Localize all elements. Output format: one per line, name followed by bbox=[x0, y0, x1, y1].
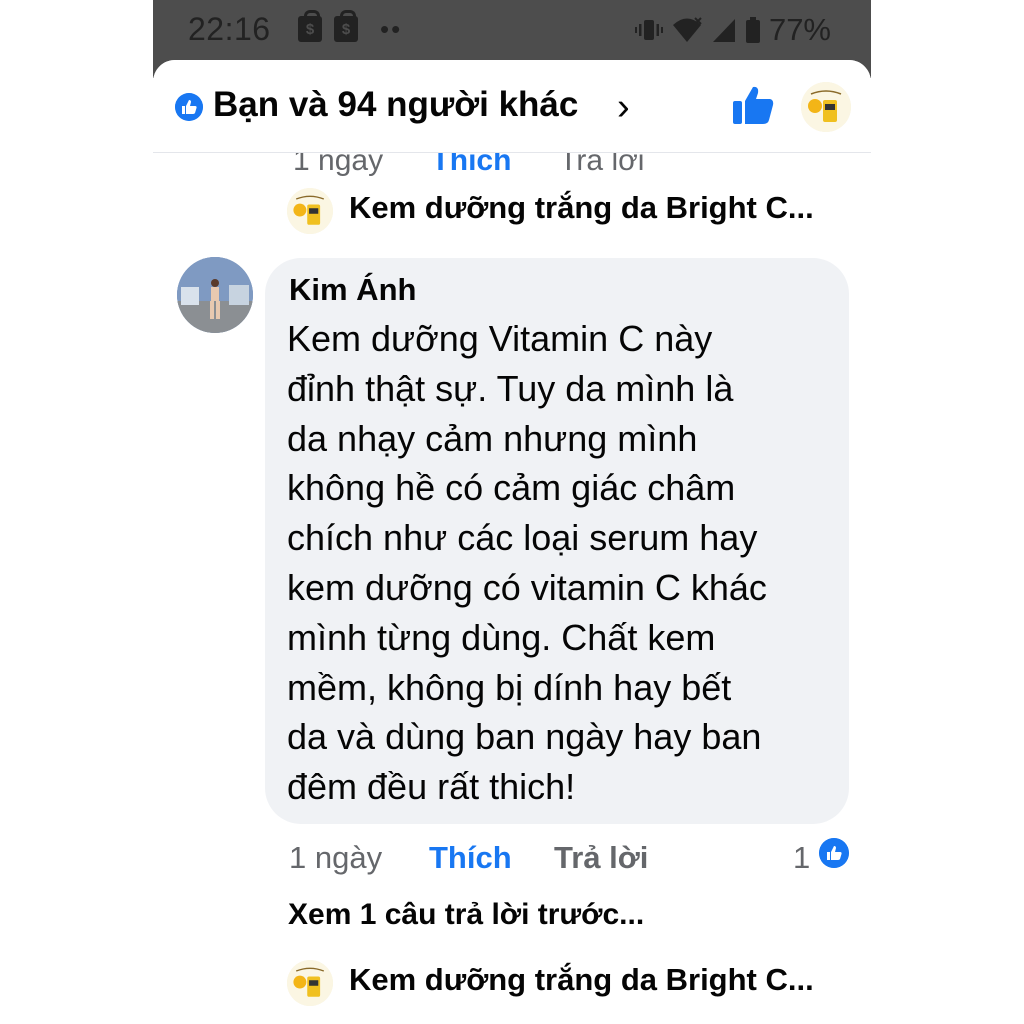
battery-percent: 77% bbox=[768, 12, 831, 47]
page-avatar[interactable] bbox=[801, 82, 851, 132]
comment-line: đỉnh thật sự. Tuy da mình là bbox=[287, 367, 734, 409]
avatar[interactable] bbox=[177, 257, 253, 333]
comment-bubble[interactable]: Kim Ánh Kem dưỡng Vitamin C này đỉnh thậ… bbox=[265, 258, 849, 824]
signal-icon bbox=[712, 19, 735, 42]
like-reaction-icon[interactable] bbox=[819, 838, 849, 868]
brand-logo-icon bbox=[287, 188, 333, 234]
comment-line: mềm, không bị dính hay bết bbox=[287, 666, 732, 708]
comment-line: đêm đều rất thich! bbox=[287, 766, 576, 808]
wifi-icon bbox=[672, 17, 702, 42]
brand-logo-icon bbox=[287, 960, 333, 1006]
comment-line: kem dưỡng có vitamin C khác bbox=[287, 566, 767, 608]
system-icons: 77% bbox=[634, 12, 831, 48]
like-button[interactable]: Thích bbox=[429, 840, 512, 876]
thumbs-up-icon[interactable] bbox=[731, 84, 775, 126]
comment-line: không hề có cảm giác châm bbox=[287, 467, 736, 509]
like-reaction-icon bbox=[175, 93, 203, 121]
comment-line: da và dùng ban ngày hay ban bbox=[287, 716, 762, 758]
reply-preview[interactable]: Kem dưỡng trắng da Bright C... bbox=[287, 184, 847, 240]
comment-actions: 1 ngày Thích Trả lời 1 bbox=[289, 836, 849, 886]
comment-author[interactable]: Kim Ánh bbox=[289, 272, 416, 308]
reactions-header[interactable]: Bạn và 94 người khác › bbox=[153, 60, 871, 153]
comment-line: chích như các loại serum hay bbox=[287, 517, 758, 559]
notification-icons: $ $ •• bbox=[298, 10, 403, 44]
shopping-bag-icon: $ bbox=[334, 10, 358, 42]
comment-line: mình từng dùng. Chất kem bbox=[287, 616, 716, 658]
shopping-bag-icon: $ bbox=[298, 10, 322, 42]
reply-preview[interactable]: Kem dưỡng trắng da Bright C... bbox=[287, 956, 847, 1012]
page-avatar bbox=[287, 960, 333, 1006]
comment-text: Kem dưỡng Vitamin C này đỉnh thật sự. Tu… bbox=[287, 314, 847, 812]
page-avatar bbox=[287, 188, 333, 234]
status-time: 22:16 bbox=[188, 11, 271, 47]
reactions-panel: Bạn và 94 người khác › 1 ngày Thích Trả … bbox=[153, 60, 871, 1024]
see-previous-replies-link[interactable]: Xem 1 câu trả lời trước... bbox=[288, 898, 644, 932]
comment-line: Kem dưỡng Vitamin C này bbox=[287, 318, 713, 359]
comment-line: da nhạy cảm nhưng mình bbox=[287, 417, 698, 459]
reply-author-snippet[interactable]: Kem dưỡng trắng da Bright C... bbox=[349, 190, 814, 226]
reply-button[interactable]: Trả lời bbox=[554, 840, 648, 876]
chevron-right-icon[interactable]: › bbox=[617, 86, 630, 129]
like-count[interactable]: 1 bbox=[793, 840, 810, 876]
more-notifications-icon: •• bbox=[380, 14, 403, 44]
user-photo bbox=[177, 257, 253, 333]
comment-time: 1 ngày bbox=[289, 840, 383, 875]
battery-icon bbox=[745, 17, 760, 43]
reply-author-snippet[interactable]: Kem dưỡng trắng da Bright C... bbox=[349, 962, 814, 998]
brand-logo-icon bbox=[801, 82, 851, 132]
reactions-summary[interactable]: Bạn và 94 người khác bbox=[213, 85, 578, 125]
vibrate-icon bbox=[634, 20, 663, 40]
phone-screen: 22:16 $ $ •• 77% Bạn và 94 người khác › … bbox=[153, 0, 871, 1024]
